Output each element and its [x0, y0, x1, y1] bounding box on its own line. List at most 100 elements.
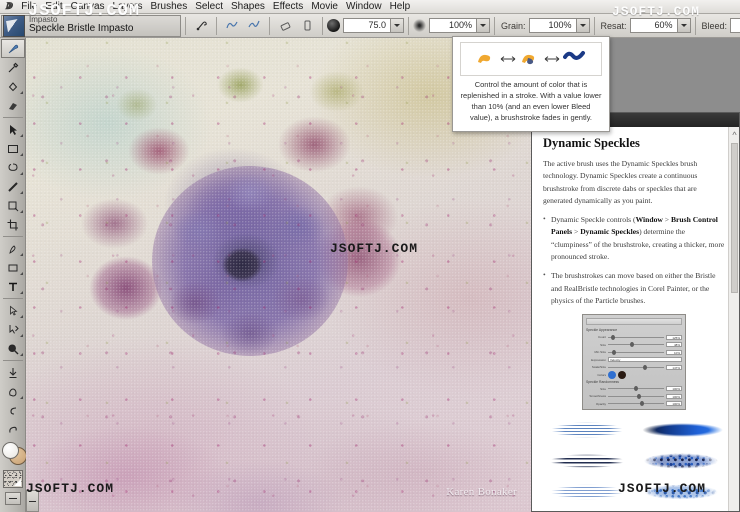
paper-texture-swatch[interactable] [2, 470, 23, 488]
divider [593, 16, 595, 35]
tool-brush[interactable] [0, 39, 25, 58]
chevron-up-icon[interactable]: ^ [729, 131, 739, 140]
resat-field[interactable]: 60% [629, 18, 691, 33]
menu-shapes[interactable]: Shapes [227, 0, 269, 14]
tool-shape[interactable] [1, 258, 25, 277]
stroke-sample-grid [543, 419, 725, 504]
menu-layers[interactable]: Layers [109, 0, 147, 14]
stroke-curve-alt-icon[interactable] [244, 16, 264, 36]
divider [322, 16, 323, 35]
resat-tooltip-text: Control the amount of color that is repl… [460, 80, 602, 122]
menu-select[interactable]: Select [191, 0, 227, 14]
resat-label: Resat: [600, 20, 627, 31]
hints-scrollbar-thumb[interactable] [731, 143, 738, 293]
tool-dropper[interactable] [1, 58, 25, 77]
tool-crop[interactable] [1, 215, 25, 234]
stroke-sample-caption: Dynamic Speckles brushstrokes with brist… [543, 503, 725, 511]
tool-pen[interactable] [1, 239, 25, 258]
grain-dropdown-arrow[interactable] [575, 19, 589, 32]
menu-window[interactable]: Window [342, 0, 386, 14]
tool-cloner[interactable] [1, 363, 25, 382]
menu-file[interactable]: File [17, 0, 41, 14]
flyout-indicator [19, 210, 23, 213]
flyout-indicator [19, 191, 23, 194]
toolbox-options-button[interactable] [4, 492, 21, 505]
embedded-slider [608, 342, 664, 348]
hints-content[interactable]: Dynamic Speckles The active brush uses t… [532, 127, 739, 511]
bleed-value: 100% [731, 19, 740, 32]
embedded-row-value: 48% [666, 342, 682, 348]
embedded-row-value: 100% [666, 386, 682, 392]
eraser-icon[interactable] [275, 16, 295, 36]
embedded-row: Expression Velocity [586, 357, 682, 363]
tool-lasso[interactable] [1, 158, 25, 177]
divider [2, 298, 23, 299]
bleed-field[interactable]: 100% [730, 18, 740, 33]
tool-shape-selection[interactable] [1, 301, 25, 320]
bullet-1-pre: Dynamic Speckle controls ( [551, 215, 636, 225]
brush-variant-label: Speckle Bristle Impasto [29, 23, 134, 35]
stroke-curve-icon[interactable] [222, 16, 242, 36]
embedded-row-label: Smoothness [589, 394, 606, 399]
embedded-section-randomness: Speckle Randomness [586, 379, 619, 384]
divider [408, 16, 409, 35]
property-bar: Impasto Speckle Bristle Impasto 75.0 100… [0, 14, 740, 38]
stroke-sample-particle-3 [639, 481, 723, 504]
resat-bleed-illustration [460, 42, 602, 76]
menu-edit[interactable]: Edit [41, 0, 66, 14]
menu-movie[interactable]: Movie [307, 0, 342, 14]
divider [494, 16, 495, 35]
grain-field[interactable]: 100% [528, 18, 590, 33]
stroke-sample-particle-1 [639, 419, 723, 442]
tablet-icon[interactable] [297, 16, 317, 36]
tool-transform[interactable] [1, 320, 25, 339]
painter-app-icon[interactable]: ↇ [2, 0, 17, 13]
artist-signature: Karen Bonaker [446, 486, 517, 498]
tool-text[interactable] [1, 277, 25, 296]
tool-paint-bucket[interactable] [1, 77, 25, 96]
embedded-color-circle-primary [608, 370, 616, 379]
size-dropdown-arrow[interactable] [390, 19, 403, 32]
divider [269, 16, 270, 35]
tool-rectangular-selection[interactable] [1, 139, 25, 158]
tool-grabber[interactable] [1, 382, 25, 401]
tool-rotate-page[interactable] [1, 420, 25, 439]
embedded-row: Colors [586, 370, 682, 379]
brush-selector[interactable]: Impasto Speckle Bristle Impasto [1, 14, 181, 37]
embedded-row-label: Size [600, 386, 606, 391]
embedded-row-value: 10% [666, 349, 682, 355]
embedded-row: Count 125% [586, 334, 682, 340]
embedded-panel-titlebar [586, 318, 682, 326]
embedded-row-label: Size [600, 342, 606, 347]
menu-brushes[interactable]: Brushes [147, 0, 192, 14]
opacity-field[interactable]: 100% [429, 18, 490, 33]
menu-effects[interactable]: Effects [269, 0, 307, 14]
opacity-dropdown-arrow[interactable] [476, 19, 489, 32]
embedded-row-label: Colors [597, 372, 606, 377]
brush-controls-icon[interactable] [191, 16, 211, 36]
tool-line[interactable] [1, 177, 25, 196]
embedded-slider [608, 334, 664, 340]
primary-color-swatch[interactable] [1, 442, 19, 459]
embedded-row: Opacity 100% [586, 401, 682, 407]
resat-dropdown-arrow[interactable] [676, 19, 690, 32]
flyout-indicator [19, 91, 23, 94]
menu-help[interactable]: Help [386, 0, 415, 14]
hints-scrollbar[interactable]: ^ [728, 127, 739, 511]
embedded-row: Smoothness 100% [586, 393, 682, 399]
tool-eraser[interactable] [1, 96, 25, 115]
soft-dot-icon [413, 19, 426, 32]
color-swatches[interactable] [1, 441, 27, 467]
tool-layer-adjuster[interactable] [1, 120, 25, 139]
divider [2, 117, 23, 118]
size-field[interactable]: 75.0 [343, 18, 404, 33]
embedded-slider [608, 401, 664, 407]
embedded-color-circle-secondary [618, 370, 626, 379]
tool-magnifier[interactable] [1, 339, 25, 358]
tool-selection-adjuster[interactable] [1, 196, 25, 215]
size-value: 75.0 [368, 20, 386, 30]
menu-canvas[interactable]: Canvas [67, 0, 109, 14]
canvas-scroll-button[interactable] [26, 490, 39, 512]
grain-label: Grain: [501, 20, 526, 31]
tool-mirror[interactable] [1, 401, 25, 420]
